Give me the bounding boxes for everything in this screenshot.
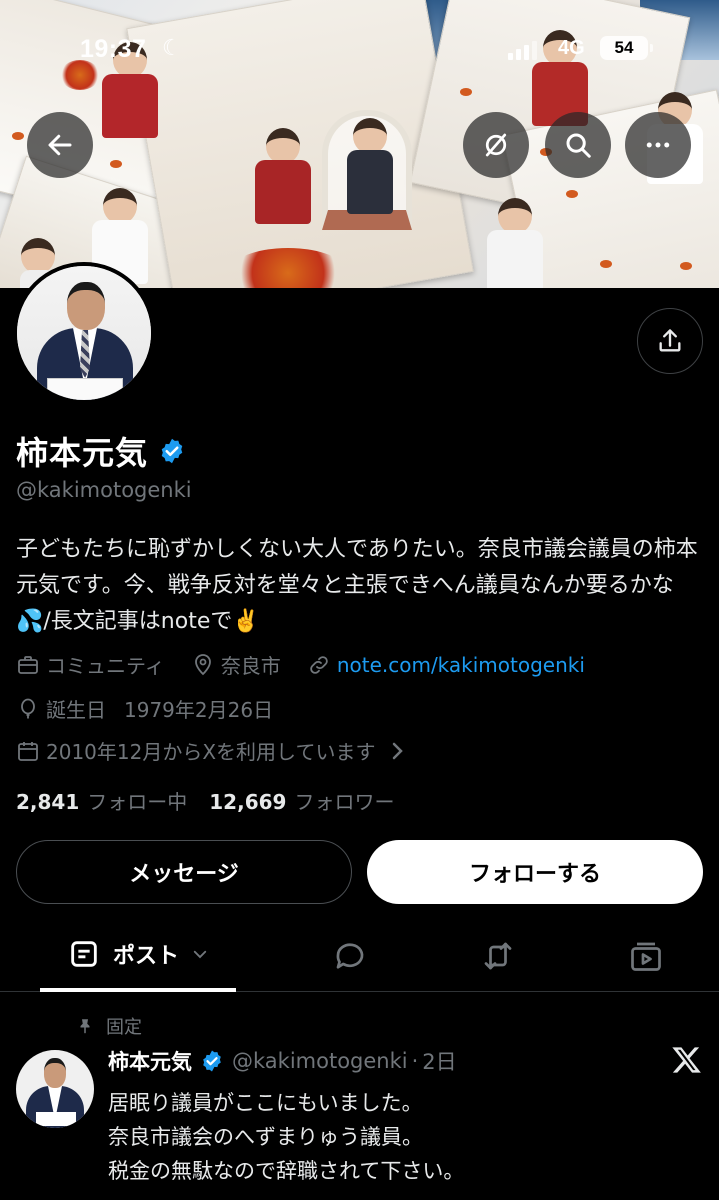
profile-location: 奈良市 bbox=[191, 650, 281, 679]
profile-display-name: 柿本元気 bbox=[16, 434, 149, 472]
post-body[interactable]: 居眠り議員がここにもいました。 奈良市議会のへずまりゅう議員。 税金の無駄なので… bbox=[108, 1086, 668, 1188]
profile-birthday-row: 誕生日 1979年2月26日 bbox=[16, 694, 299, 723]
post-header: 柿本元気 @kakimotogenki · 2日 bbox=[108, 1046, 457, 1076]
profile-birthday: 誕生日 1979年2月26日 bbox=[16, 694, 273, 723]
battery-indicator: 54 bbox=[600, 36, 653, 60]
arrow-left-icon bbox=[48, 134, 72, 156]
profile-meta-row: コミュニティ 奈良市 note.com/kakimotogenki bbox=[16, 650, 611, 679]
post-separator: · bbox=[411, 1049, 419, 1073]
briefcase-icon bbox=[18, 655, 38, 674]
profile-bio: 子どもたちに恥ずかしくない大人でありたい。奈良市議会議員の柿本元気です。今、戦争… bbox=[16, 537, 698, 634]
banner-leaf bbox=[680, 262, 692, 270]
website-link[interactable]: note.com/kakimotogenki bbox=[337, 653, 585, 677]
banner-leaf bbox=[12, 132, 24, 140]
profile-joined: 2010年12月からXを利用しています bbox=[46, 740, 376, 764]
profile-category: コミュニティ bbox=[16, 650, 165, 679]
repost-icon bbox=[484, 942, 512, 970]
calendar-icon bbox=[18, 741, 38, 761]
posts-icon bbox=[71, 941, 97, 967]
share-button[interactable] bbox=[637, 308, 703, 374]
post-timestamp[interactable]: 2日 bbox=[422, 1046, 456, 1076]
message-button[interactable]: メッセージ bbox=[16, 840, 352, 904]
banner-leaf bbox=[110, 160, 122, 168]
followers-label: フォロワー bbox=[294, 790, 395, 814]
followers-link[interactable]: 12,669 フォロワー bbox=[209, 786, 394, 815]
moon-icon: ☾ bbox=[162, 36, 182, 61]
status-time: 19:37 bbox=[80, 35, 147, 63]
tab-posts[interactable]: ポスト bbox=[40, 920, 236, 992]
search-icon bbox=[566, 133, 591, 158]
post-line: 居眠り議員がここにもいました。 bbox=[108, 1091, 423, 1115]
tab-media[interactable] bbox=[620, 920, 672, 992]
following-label: フォロー中 bbox=[87, 790, 188, 814]
banner-leaf bbox=[600, 260, 612, 268]
post-avatar[interactable] bbox=[16, 1050, 94, 1128]
banner-leaf bbox=[566, 190, 578, 198]
followers-count: 12,669 bbox=[209, 790, 287, 814]
banner-leaf bbox=[460, 88, 472, 96]
location-pin-icon bbox=[194, 653, 211, 675]
pinned-label: 固定 bbox=[106, 1017, 142, 1038]
more-button[interactable] bbox=[625, 112, 691, 178]
verified-badge-icon bbox=[161, 438, 183, 464]
verified-badge-icon bbox=[203, 1050, 221, 1072]
follow-button[interactable]: フォローする bbox=[367, 840, 703, 904]
signal-icon bbox=[508, 38, 542, 60]
chevron-down-icon[interactable] bbox=[191, 945, 209, 963]
search-button[interactable] bbox=[545, 112, 611, 178]
tab-posts-label: ポスト bbox=[112, 944, 179, 969]
more-horizontal-icon bbox=[646, 142, 670, 148]
post-line: 税金の無駄なので辞職されて下さい。 bbox=[108, 1159, 465, 1183]
link-icon bbox=[310, 655, 328, 674]
profile-avatar[interactable] bbox=[13, 262, 155, 404]
back-button[interactable] bbox=[27, 112, 93, 178]
pin-icon bbox=[80, 1019, 90, 1034]
tab-reposts[interactable] bbox=[470, 920, 526, 992]
banner-child bbox=[248, 128, 318, 248]
x-logo-icon[interactable] bbox=[671, 1044, 703, 1076]
post-line: 奈良市議会のへずまりゅう議員。 bbox=[108, 1125, 423, 1149]
profile-tabs: ポスト bbox=[0, 920, 719, 992]
following-count: 2,841 bbox=[16, 790, 80, 814]
share-icon bbox=[659, 329, 681, 352]
post-author-handle[interactable]: @kakimotogenki bbox=[232, 1049, 408, 1073]
banner-child bbox=[480, 198, 550, 288]
profile-handle: @kakimotogenki bbox=[16, 478, 192, 502]
post-author-name[interactable]: 柿本元気 bbox=[108, 1046, 192, 1076]
profile-website[interactable]: note.com/kakimotogenki bbox=[307, 653, 585, 677]
chevron-right-icon bbox=[393, 742, 404, 759]
tab-replies[interactable] bbox=[324, 920, 376, 992]
speech-bubble-icon bbox=[336, 943, 364, 969]
follow-counts: 2,841 フォロー中 12,669 フォロワー bbox=[16, 786, 416, 815]
profile-joined-row[interactable]: 2010年12月からXを利用しています bbox=[16, 736, 415, 765]
banner-child bbox=[340, 118, 400, 214]
banner-leaves bbox=[60, 60, 100, 90]
grok-button[interactable] bbox=[463, 112, 529, 178]
following-link[interactable]: 2,841 フォロー中 bbox=[16, 786, 187, 815]
media-icon bbox=[631, 942, 661, 971]
profile-name-row: 柿本元気 bbox=[16, 428, 186, 474]
balloon-icon bbox=[21, 698, 35, 718]
network-label: 4G bbox=[558, 37, 585, 59]
grok-icon bbox=[485, 133, 507, 157]
pinned-indicator: 固定 bbox=[76, 1013, 142, 1039]
